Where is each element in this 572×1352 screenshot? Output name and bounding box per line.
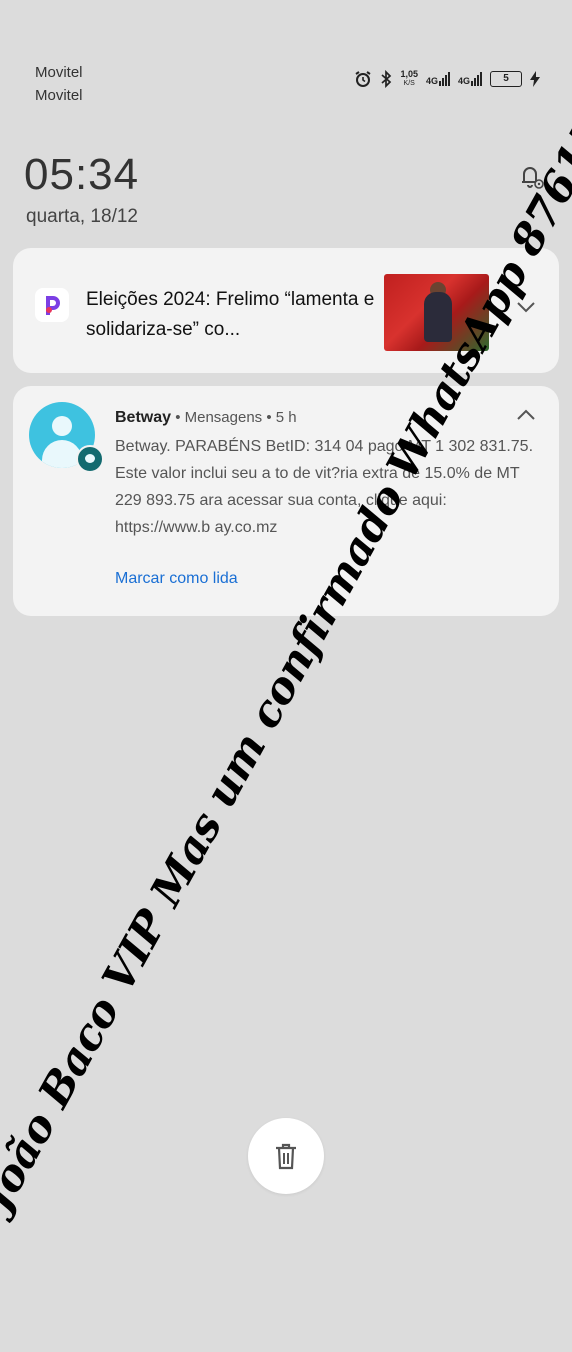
alarm-icon [355,71,371,87]
trash-icon [276,1143,296,1170]
messages-app-badge-icon [76,445,104,473]
lockscreen-time: 05:34 [24,150,140,199]
bluetooth-icon [381,70,392,88]
message-age: 5 h [275,409,297,426]
news-headline: Eleições 2024: Frelimo “lamenta e solida… [86,289,375,340]
message-notification[interactable]: Betway • Mensagens • 5 h Betway. PARABÉN… [13,386,559,616]
clear-notifications-button[interactable] [248,1118,324,1194]
charging-icon [530,71,540,87]
header-dot: • [175,409,185,426]
signal-icon-2: 4G [458,72,482,86]
message-body: Betway. PARABÉNS BetID: 314 04 pago MT 1… [115,438,534,536]
header-dot-2: • [266,409,276,426]
message-sender: Betway [115,409,172,426]
battery-icon: 5 [490,71,522,87]
news-app-icon [35,288,69,322]
lockscreen-date: quarta, 18/12 [26,206,138,227]
signal-icon: 4G [426,72,450,86]
status-bar-icons: 1,05 K/S 4G 4G 5 [354,70,540,88]
message-header: Betway • Mensagens • 5 h [115,409,297,427]
mark-as-read-button[interactable]: Marcar como lida [115,570,238,588]
carrier-name-1: Movitel [35,64,83,81]
message-app-name: Mensagens [184,409,263,426]
carrier-name-2: Movitel [35,87,83,104]
network-speed: 1,05 K/S [400,69,418,88]
chevron-up-icon[interactable] [515,408,537,422]
